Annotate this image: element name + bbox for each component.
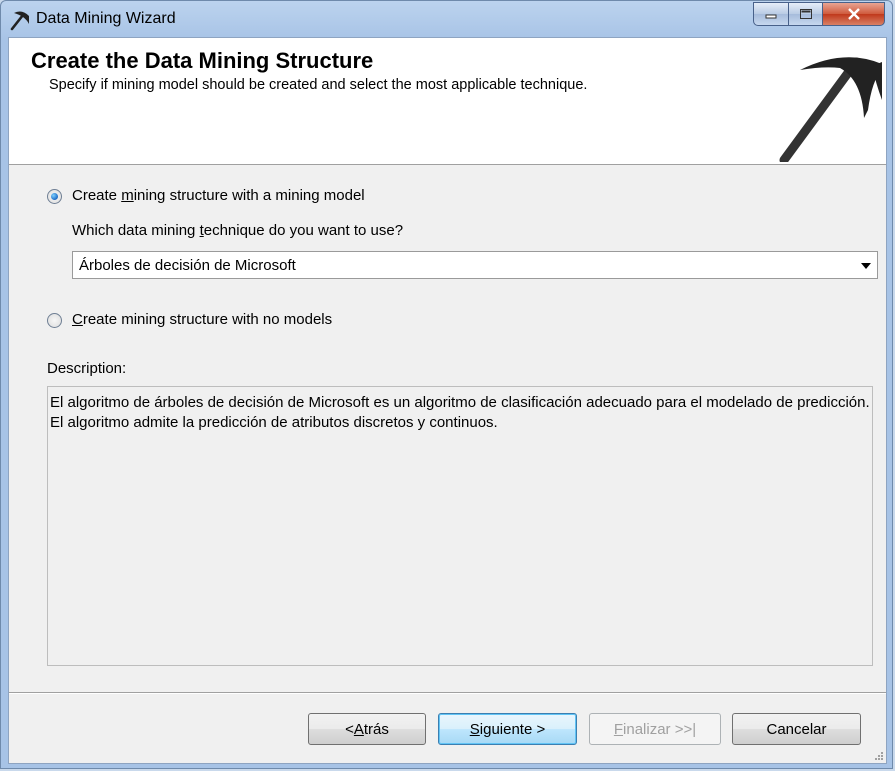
title-bar[interactable]: Data Mining Wizard [1, 1, 892, 37]
resize-grip-icon[interactable] [872, 749, 884, 761]
finish-button: Finalizar >>| [589, 713, 721, 745]
page-title: Create the Data Mining Structure [31, 48, 374, 73]
finish-accel: F [613, 720, 624, 738]
no-models-label[interactable]: Create mining structure with no models [72, 311, 332, 328]
with-model-radio[interactable] [47, 189, 62, 204]
no-models-radio[interactable] [47, 313, 62, 328]
pickaxe-icon [10, 11, 29, 31]
caption-buttons [753, 2, 885, 28]
back-button[interactable]: < Atrás [308, 713, 426, 745]
technique-dropdown[interactable]: Árboles de decisión de Microsoft [72, 251, 878, 279]
back-label-pre: < [345, 720, 354, 738]
next-accel: S [469, 720, 480, 738]
window-title: Data Mining Wizard [36, 10, 176, 27]
cancel-button[interactable]: Cancelar [732, 713, 861, 745]
chevron-down-icon[interactable] [861, 263, 871, 269]
no-models-label-post: reate mining structure with no models [82, 311, 333, 328]
minimize-icon [765, 14, 777, 19]
no-models-accel: C [72, 311, 83, 328]
wizard-header: Create the Data Mining Structure Specify… [9, 38, 886, 165]
maximize-icon [799, 9, 812, 19]
finish-label-post: inalizar >>| [623, 720, 697, 738]
with-model-label-pre: Create [72, 187, 122, 204]
close-button[interactable] [823, 2, 885, 26]
back-label-post: trás [363, 720, 389, 738]
next-button[interactable]: Siguiente > [438, 713, 577, 745]
back-accel: A [353, 720, 364, 738]
wizard-window: Data Mining Wizard Create the Data Minin… [0, 0, 893, 769]
wizard-client-area: Create the Data Mining Structure Specify… [8, 37, 887, 764]
description-label: Description: [47, 360, 127, 377]
technique-selected: Árboles de decisión de Microsoft [79, 257, 296, 274]
maximize-button[interactable] [789, 2, 823, 26]
next-label-post: iguiente > [479, 720, 546, 738]
technique-prompt-post: echnique do you want to use? [203, 222, 404, 239]
description-text: El algoritmo de árboles de decisión de M… [47, 386, 873, 666]
with-model-label-post: ining structure with a mining model [133, 187, 365, 204]
footer-separator [9, 692, 886, 694]
page-subtitle: Specify if mining model should be create… [49, 77, 588, 93]
minimize-button[interactable] [753, 2, 789, 26]
close-icon [847, 8, 860, 20]
with-model-label[interactable]: Create mining structure with a mining mo… [72, 187, 365, 204]
with-model-accel: m [121, 187, 134, 204]
technique-prompt: Which data mining technique do you want … [72, 222, 403, 239]
pickaxe-logo [779, 57, 882, 162]
technique-prompt-pre: Which data mining [72, 222, 200, 239]
